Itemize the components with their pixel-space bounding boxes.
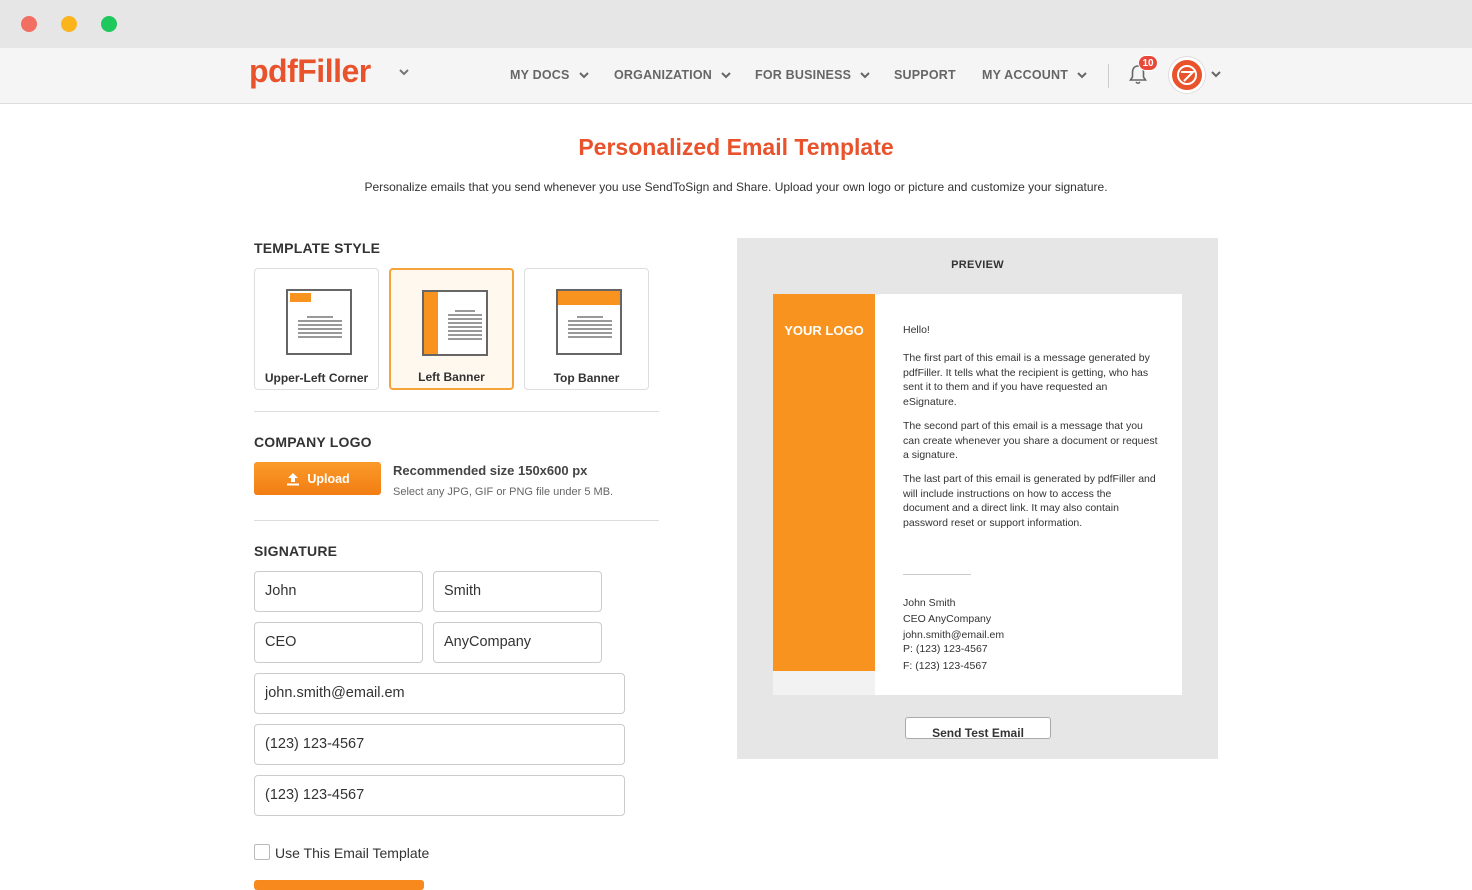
email-paragraph: The last part of this email is generated… (903, 473, 1156, 529)
signature-line: F: (123) 123-4567 (903, 660, 988, 672)
user-logo-icon (1177, 65, 1197, 85)
email-preview-panel: PREVIEW YOUR LOGO Hello! The first part … (737, 238, 1218, 759)
minimize-window-button[interactable] (61, 16, 77, 32)
style-left-banner[interactable]: Left Banner (389, 268, 514, 390)
nav-support[interactable]: SUPPORT (894, 68, 956, 82)
recommended-size: Recommended size 150x600 px (393, 463, 588, 478)
chevron-down-icon (721, 72, 731, 79)
left-banner-thumbnail (422, 290, 488, 356)
style-top-banner[interactable]: Top Banner (524, 268, 649, 390)
page-title: Personalized Email Template (578, 134, 894, 160)
upload-icon (287, 472, 300, 485)
top-navbar: pdfFiller MY DOCS ORGANIZATION FOR BUSIN… (0, 48, 1472, 104)
upload-button[interactable]: Upload (254, 462, 381, 495)
banner-footer (773, 671, 875, 695)
last-name-field[interactable]: Smith (433, 571, 602, 612)
section-divider (254, 411, 659, 412)
email-field[interactable]: john.smith@email.em (254, 673, 625, 714)
company-logo-heading: COMPANY LOGO (254, 434, 372, 450)
top-banner-thumbnail (556, 289, 622, 355)
style-option-label: Left Banner (418, 370, 485, 384)
nav-organization[interactable]: ORGANIZATION (614, 68, 731, 82)
preview-heading: PREVIEW (951, 259, 1004, 271)
style-option-label: Top Banner (553, 371, 620, 385)
signature-line: john.smith@email.em (903, 629, 1005, 641)
email-paragraph: The second part of this email is a messa… (903, 420, 1158, 461)
signature-line: John Smith (903, 597, 956, 609)
nav-my-docs[interactable]: MY DOCS (510, 68, 589, 82)
nav-divider (1108, 64, 1109, 88)
save-button[interactable] (254, 880, 424, 890)
signature-divider (903, 574, 971, 575)
chevron-down-icon[interactable] (1211, 70, 1221, 78)
email-paragraph: The first part of this email is a messag… (903, 352, 1150, 408)
pdffiller-logo[interactable]: pdfFiller (249, 53, 371, 90)
upper-left-corner-thumbnail (286, 289, 352, 355)
close-window-button[interactable] (21, 16, 37, 32)
signature-heading: SIGNATURE (254, 543, 338, 559)
chevron-down-icon (860, 72, 870, 79)
template-style-heading: TEMPLATE STYLE (254, 240, 381, 256)
chevron-down-icon (578, 72, 589, 79)
window-titlebar (0, 0, 1472, 48)
section-divider (254, 520, 659, 521)
file-requirements-note: Select any JPG, GIF or PNG file under 5 … (393, 486, 614, 498)
signature-line: P: (123) 123-4567 (903, 643, 988, 655)
avatar[interactable] (1169, 57, 1205, 93)
nav-organization-label: ORGANIZATION (614, 68, 712, 82)
use-template-checkbox[interactable] (254, 844, 270, 860)
signature-line: CEO AnyCompany (903, 613, 992, 625)
nav-support-label: SUPPORT (894, 68, 956, 82)
nav-my-docs-label: MY DOCS (510, 68, 570, 82)
email-greeting: Hello! (903, 324, 930, 336)
email-preview-card: YOUR LOGO Hello! The first part of this … (773, 294, 1182, 695)
style-upper-left-corner[interactable]: Upper-Left Corner (254, 268, 379, 390)
job-title-field[interactable]: CEO (254, 622, 423, 663)
nav-for-business[interactable]: FOR BUSINESS (755, 68, 870, 82)
chevron-down-icon[interactable] (398, 66, 410, 78)
send-test-email-button[interactable]: Send Test Email (905, 717, 1051, 739)
page-subtitle: Personalize emails that you send wheneve… (364, 180, 1108, 194)
phone-field[interactable]: (123) 123-4567 (254, 724, 625, 765)
nav-my-account[interactable]: MY ACCOUNT (982, 68, 1087, 82)
logo-placeholder: YOUR LOGO (784, 323, 864, 338)
use-template-label[interactable]: Use This Email Template (275, 845, 429, 861)
nav-for-business-label: FOR BUSINESS (755, 68, 852, 82)
maximize-window-button[interactable] (101, 16, 117, 32)
chevron-down-icon (1077, 72, 1087, 79)
first-name-field[interactable]: John (254, 571, 423, 612)
company-field[interactable]: AnyCompany (433, 622, 602, 663)
style-option-label: Upper-Left Corner (264, 371, 369, 385)
upload-button-label: Upload (307, 471, 350, 486)
notification-badge: 10 (1138, 55, 1158, 71)
nav-my-account-label: MY ACCOUNT (982, 68, 1069, 82)
logo-banner: YOUR LOGO (773, 294, 875, 671)
fax-field[interactable]: (123) 123-4567 (254, 775, 625, 816)
